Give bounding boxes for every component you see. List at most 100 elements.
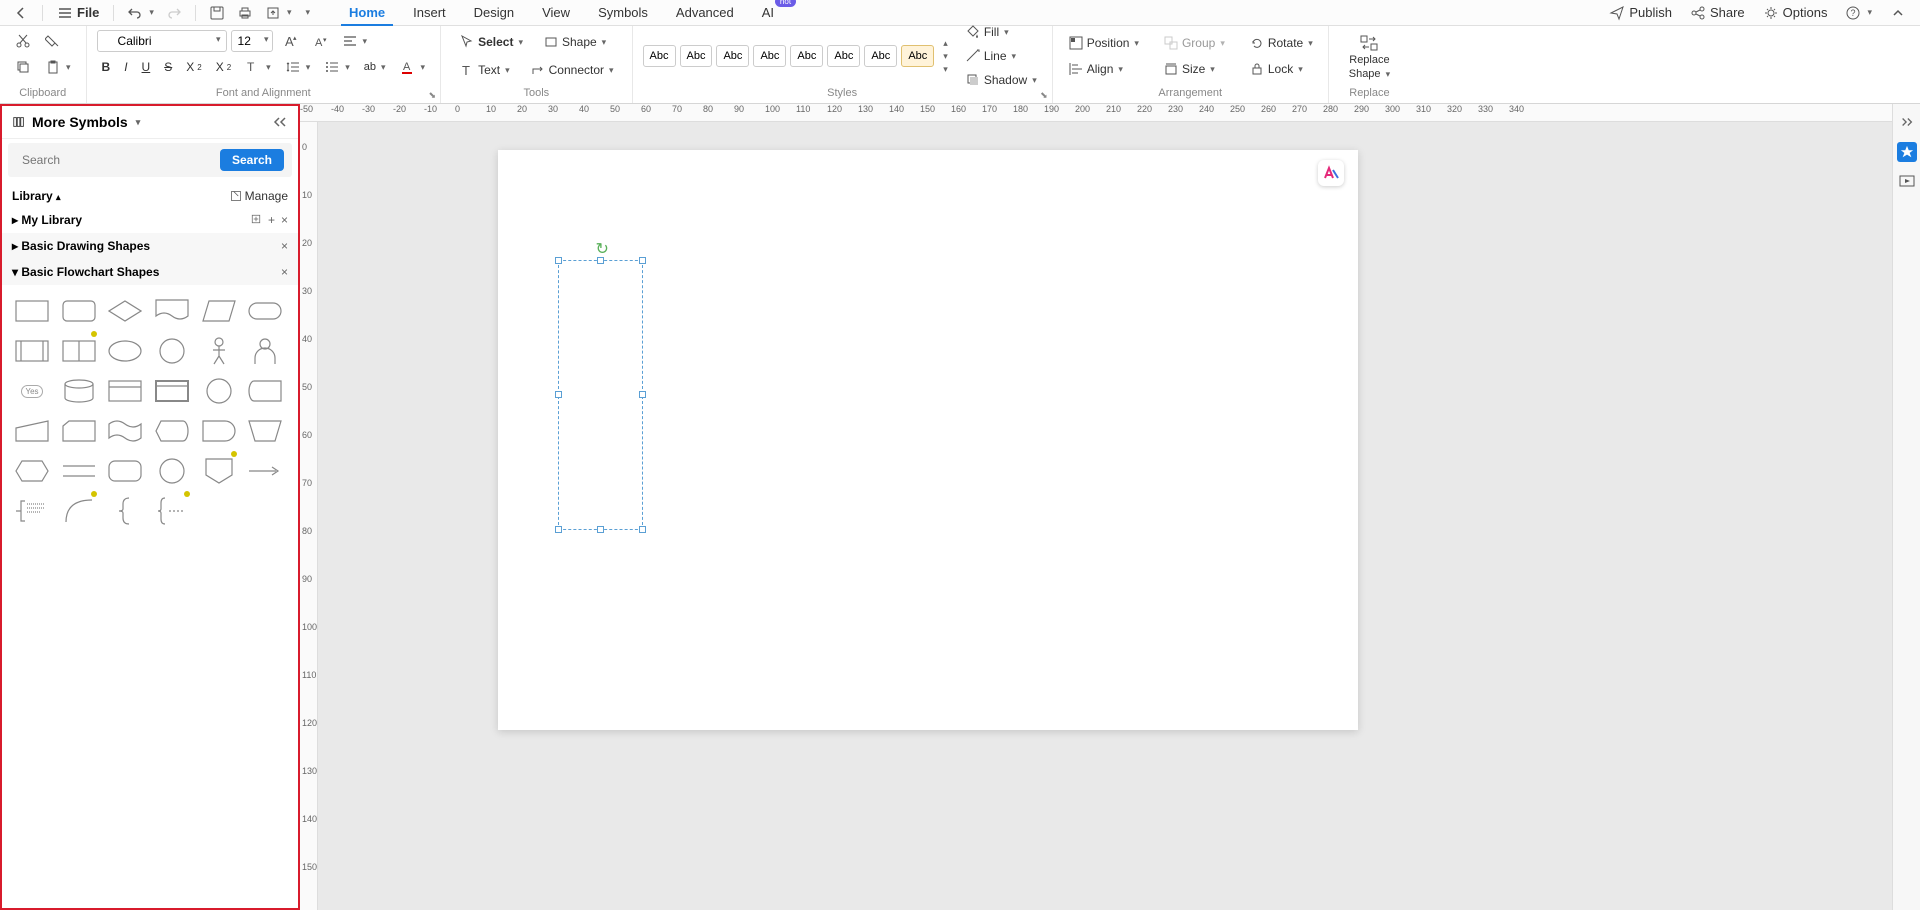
shape-circle[interactable] [152, 335, 192, 367]
styles-up[interactable]: ▴ [943, 38, 948, 49]
save-button[interactable] [204, 2, 230, 24]
fill-button[interactable]: Fill▾ [960, 21, 1042, 43]
shape-offpage[interactable] [199, 455, 239, 487]
connector-tool[interactable]: Connector▾ [522, 58, 622, 82]
select-tool[interactable]: Select▾ [451, 30, 531, 54]
group-button[interactable]: Group▾ [1158, 32, 1230, 54]
add-icon[interactable]: + [268, 213, 275, 227]
shape-stored[interactable] [245, 375, 285, 407]
shape-preparation[interactable] [12, 455, 52, 487]
tab-advanced[interactable]: Advanced [662, 0, 748, 25]
shape-rounded[interactable] [59, 295, 99, 327]
library-label[interactable]: Library ▴ [12, 189, 61, 203]
shape-user[interactable] [245, 335, 285, 367]
options-button[interactable]: Options [1757, 2, 1834, 24]
help-button[interactable]: ?▾ [1839, 2, 1878, 24]
collapse-ribbon-button[interactable] [1884, 2, 1912, 24]
align-arr-button[interactable]: Align▾ [1063, 58, 1144, 80]
resize-handle-bl[interactable] [555, 526, 562, 533]
italic-button[interactable]: I [119, 57, 132, 77]
strike-button[interactable]: S [159, 57, 177, 77]
format-painter-button[interactable] [40, 30, 66, 52]
basic-flowchart-section[interactable]: ▾ Basic Flowchart Shapes × [2, 259, 298, 285]
shape-terminator[interactable] [245, 295, 285, 327]
search-button[interactable]: Search [220, 149, 284, 171]
publish-button[interactable]: Publish [1603, 2, 1678, 24]
shape-data[interactable] [199, 295, 239, 327]
rotate-button[interactable]: Rotate▾ [1244, 32, 1318, 54]
style-swatch-3[interactable]: Abc [716, 45, 749, 67]
shape-document[interactable] [152, 295, 192, 327]
shape-arrow[interactable] [245, 455, 285, 487]
shape-ellipse[interactable] [105, 335, 145, 367]
redo-button[interactable] [161, 2, 187, 24]
style-swatch-4[interactable]: Abc [753, 45, 786, 67]
shape-decision[interactable] [105, 295, 145, 327]
style-swatch-7[interactable]: Abc [864, 45, 897, 67]
panel-title[interactable]: More Symbols▾ [12, 114, 272, 130]
basic-drawing-section[interactable]: ▸ Basic Drawing Shapes × [2, 233, 298, 259]
tab-ai[interactable]: AIhot [748, 0, 788, 25]
shape-process[interactable] [12, 295, 52, 327]
shape-loop[interactable] [105, 455, 145, 487]
manage-button[interactable]: Manage [230, 189, 288, 203]
rotate-handle[interactable]: ↻ [596, 239, 606, 249]
resize-handle-tm[interactable] [597, 257, 604, 264]
style-swatch-8[interactable]: Abc [901, 45, 934, 67]
shape-delay[interactable] [199, 415, 239, 447]
size-button[interactable]: Size▾ [1158, 58, 1230, 80]
export-button[interactable]: ▾ [260, 2, 297, 24]
bullets-button[interactable]: ▾ [319, 56, 355, 78]
styles-more[interactable]: ▾ [943, 64, 948, 75]
line-spacing-button[interactable]: ▾ [280, 56, 316, 78]
back-button[interactable] [8, 2, 34, 24]
expand-right-panel[interactable] [1897, 112, 1917, 132]
close-icon[interactable]: × [281, 265, 288, 279]
font-family-select[interactable] [97, 30, 227, 52]
shape-arc[interactable] [59, 495, 99, 527]
close-icon[interactable]: × [281, 239, 288, 253]
style-swatch-2[interactable]: Abc [680, 45, 713, 67]
cut-button[interactable] [10, 30, 36, 52]
page[interactable]: ↻ [498, 150, 1358, 730]
style-swatch-5[interactable]: Abc [790, 45, 823, 67]
close-icon[interactable]: × [281, 213, 288, 227]
shape-card[interactable] [105, 375, 145, 407]
style-swatch-6[interactable]: Abc [827, 45, 860, 67]
shape-manual-input[interactable] [12, 415, 52, 447]
shape-bracket[interactable] [105, 495, 145, 527]
import-icon[interactable] [250, 213, 262, 227]
format-pane-icon[interactable] [1897, 142, 1917, 162]
font-color-button[interactable]: A▾ [395, 56, 431, 78]
shape-brace[interactable] [152, 495, 192, 527]
copy-button[interactable] [10, 56, 36, 78]
selected-rectangle[interactable]: ↻ [558, 260, 643, 530]
ai-assistant-badge[interactable] [1318, 160, 1344, 186]
text-tool[interactable]: TText▾ [451, 58, 518, 82]
shape-yes[interactable]: Yes [12, 375, 52, 407]
decrease-font-button[interactable]: A▾ [307, 30, 333, 52]
undo-button[interactable]: ▾ [122, 2, 159, 24]
search-input[interactable] [16, 149, 214, 171]
my-library-section[interactable]: ▸ My Library + × [2, 207, 298, 233]
superscript-button[interactable]: X2 [181, 57, 206, 77]
shape-divided[interactable] [59, 335, 99, 367]
shape-tape[interactable] [105, 415, 145, 447]
styles-down[interactable]: ▾ [943, 51, 948, 62]
resize-handle-bm[interactable] [597, 526, 604, 533]
shape-manual-op[interactable] [245, 415, 285, 447]
shape-connector-circle[interactable] [199, 375, 239, 407]
print-button[interactable] [232, 2, 258, 24]
tab-symbols[interactable]: Symbols [584, 0, 662, 25]
tab-design[interactable]: Design [460, 0, 528, 25]
lock-button[interactable]: Lock▾ [1244, 58, 1318, 80]
shape-internal[interactable] [152, 375, 192, 407]
align-button[interactable]: ▾ [337, 30, 373, 52]
share-button[interactable]: Share [1684, 2, 1751, 24]
shape-actor[interactable] [199, 335, 239, 367]
canvas[interactable]: ↻ [318, 122, 1892, 910]
replace-shape-button[interactable]: Replace Shape ▾ [1339, 30, 1400, 84]
text-highlight-button[interactable]: T▾ [240, 56, 276, 78]
resize-handle-mr[interactable] [639, 391, 646, 398]
font-dialog-launcher[interactable]: ⬊ [429, 90, 437, 101]
